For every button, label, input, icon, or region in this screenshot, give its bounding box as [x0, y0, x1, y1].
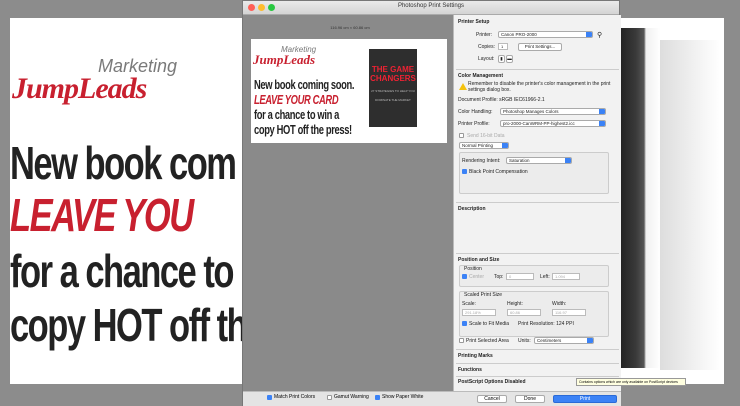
preview-line-2: LEAVE YOUR CARD: [254, 92, 339, 107]
landscape-layout-icon[interactable]: ▬: [506, 55, 513, 63]
gamut-warning-label: Gamut Warning: [334, 394, 369, 400]
width-input[interactable]: 116.97: [552, 309, 586, 316]
print-selected-checkbox[interactable]: [459, 338, 464, 343]
center-checkbox[interactable]: [462, 274, 467, 279]
position-label: Position: [464, 266, 482, 272]
send-16bit-checkbox[interactable]: [459, 133, 464, 138]
left-input[interactable]: 1.094: [552, 273, 580, 280]
warning-icon: [459, 83, 467, 90]
color-handling-select[interactable]: Photoshop Manages Colors: [500, 108, 606, 115]
print-settings-dialog: Photoshop Print Settings 116.96 cm × 60.…: [242, 0, 621, 406]
printer-setup-heading: Printer Setup: [458, 19, 490, 25]
left-label: Left:: [540, 274, 550, 280]
match-print-colors-checkbox[interactable]: [267, 395, 272, 400]
black-point-label: Black Point Compensation: [469, 169, 528, 175]
dialog-footer: Match Print Colors Gamut Warning Show Pa…: [243, 391, 621, 406]
background-logo: Marketing JumpLeads: [12, 56, 178, 105]
top-input[interactable]: 0: [506, 273, 534, 280]
portrait-layout-icon[interactable]: ▮: [498, 55, 505, 63]
gamut-warning-checkbox[interactable]: [327, 395, 332, 400]
window-title: Photoshop Print Settings: [397, 3, 465, 9]
background-line-1: New book com: [10, 137, 237, 189]
printer-profile-label: Printer Profile:: [458, 121, 490, 127]
height-label: Height:: [507, 301, 523, 307]
preview-book-cover: THE GAME CHANGERS 27 STRATEGIES TO HELP …: [369, 49, 417, 127]
show-paper-white-label: Show Paper White: [382, 394, 424, 400]
position-size-heading[interactable]: Position and Size: [458, 257, 499, 263]
scale-to-fit-label: Scale to Fit Media: [469, 321, 510, 327]
background-line-4: copy HOT off th: [10, 299, 248, 351]
height-input[interactable]: 60.86: [507, 309, 541, 316]
center-label: Center: [469, 274, 485, 280]
cancel-button[interactable]: Cancel: [477, 395, 507, 403]
book-mockup-spine: [620, 28, 660, 368]
print-settings-button[interactable]: Print Settings...: [518, 43, 562, 51]
match-print-colors-label: Match Print Colors: [274, 394, 316, 400]
width-label: Width:: [552, 301, 567, 307]
preview-line-4: copy HOT off the press!: [254, 122, 352, 137]
show-paper-white-checkbox[interactable]: [375, 395, 380, 400]
preview-book-subtitle: 27 STRATEGIES TO HELP YOU DOMINATE THE M…: [371, 89, 415, 102]
background-line-3: for a chance to: [10, 245, 234, 297]
preview-line-1: New book coming soon.: [254, 77, 355, 92]
preview-size-ruler: 116.96 cm × 60.86 cm: [330, 25, 370, 30]
postscript-tooltip: Contains options which are only availabl…: [576, 378, 686, 386]
color-management-heading[interactable]: Color Management: [458, 73, 503, 79]
copies-input[interactable]: 1: [498, 43, 508, 50]
document-profile: Document Profile: sRGB IEC61966-2.1: [458, 97, 545, 103]
scale-to-fit-checkbox[interactable]: [462, 321, 467, 326]
color-handling-label: Color Handling:: [458, 109, 493, 115]
printer-label: Printer:: [476, 32, 493, 38]
description-heading[interactable]: Description: [458, 206, 486, 212]
book-mockup-shadow: [660, 40, 720, 370]
send-16bit-label: Send 16-bit Data: [467, 133, 505, 139]
print-resolution: Print Resolution: 124 PPI: [518, 321, 574, 327]
functions-heading[interactable]: Functions: [458, 367, 482, 373]
printing-marks-heading[interactable]: Printing Marks: [458, 353, 493, 359]
printer-wrench-icon[interactable]: ⚲: [597, 31, 602, 39]
normal-printing-select[interactable]: Normal Printing: [459, 142, 509, 149]
layout-label: Layout:: [478, 56, 495, 62]
printer-select[interactable]: Canon PRO-2000: [498, 31, 593, 38]
rendering-intent-select[interactable]: Saturation: [506, 157, 572, 164]
postscript-heading[interactable]: PostScript Options Disabled: [458, 379, 526, 385]
preview-book-title: THE GAME CHANGERS: [370, 65, 416, 83]
units-select[interactable]: Centimeters: [534, 337, 594, 344]
color-warning-text: Remember to disable the printer's color …: [468, 81, 611, 93]
title-bar: Photoshop Print Settings: [243, 1, 619, 15]
print-button[interactable]: Print: [553, 395, 617, 403]
scale-label: Scale:: [462, 301, 476, 307]
printer-profile-select[interactable]: pro-2000-CanWRM-PP-highest2.icc: [500, 120, 606, 127]
scale-input[interactable]: 291.18%: [462, 309, 496, 316]
units-label: Units:: [518, 338, 531, 344]
settings-panel[interactable]: Printer Setup Printer: Canon PRO-2000 ⚲ …: [453, 15, 621, 391]
print-selected-label: Print Selected Area: [466, 338, 509, 344]
done-button[interactable]: Done: [515, 395, 545, 403]
top-label: Top:: [494, 274, 504, 280]
preview-logo-bottom: JumpLeads: [253, 52, 316, 67]
preview-line-3: for a chance to win a: [254, 107, 340, 122]
preview-page: Marketing JumpLeads New book coming soon…: [251, 39, 447, 143]
background-line-2: LEAVE YOU: [10, 189, 194, 241]
rendering-intent-label: Rendering Intent:: [462, 158, 501, 164]
scaled-size-label: Scaled Print Size: [464, 292, 503, 298]
black-point-checkbox[interactable]: [462, 169, 467, 174]
copies-label: Copies:: [478, 44, 495, 50]
